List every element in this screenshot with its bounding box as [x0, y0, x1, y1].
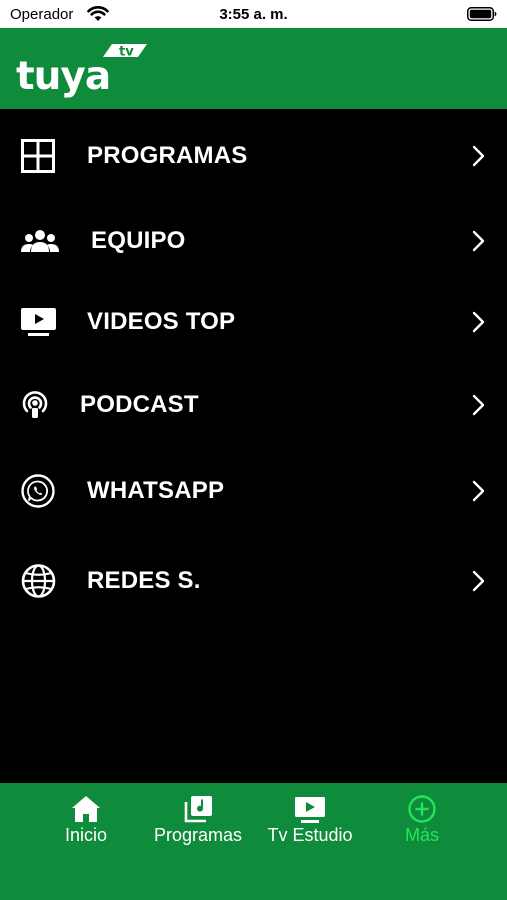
status-bar: Operador 3:55 a. m.	[0, 0, 507, 28]
plus-circle-icon	[408, 795, 436, 823]
status-time: 3:55 a. m.	[219, 6, 288, 23]
tab-label: Programas	[153, 825, 243, 845]
whatsapp-icon	[21, 474, 55, 508]
music-library-icon	[184, 796, 212, 823]
group-icon	[21, 230, 59, 252]
logo-badge-text: tv	[119, 45, 134, 60]
menu-item-redes-sociales[interactable]: REDES S.	[0, 551, 507, 611]
podcast-icon	[22, 391, 48, 418]
home-icon	[72, 796, 100, 822]
chevron-right-icon	[472, 394, 485, 416]
globe-icon	[21, 564, 56, 598]
app-header: tv tuya	[0, 28, 507, 109]
tab-label: Más	[404, 825, 439, 845]
chevron-right-icon	[472, 570, 485, 592]
chevron-right-icon	[472, 311, 485, 333]
battery-icon	[467, 7, 497, 21]
menu-item-label: PROGRAMAS	[87, 142, 248, 169]
tab-label: Inicio	[64, 825, 108, 845]
menu-item-videos-top[interactable]: VIDEOS TOP	[0, 292, 507, 352]
bottom-tab-bar: Inicio Programas Tv Estudio Más	[0, 783, 507, 900]
menu-item-label: REDES S.	[87, 567, 201, 594]
chevron-right-icon	[472, 145, 485, 167]
tv-play-icon	[21, 308, 56, 336]
tv-play-icon	[295, 797, 325, 823]
menu-item-label: EQUIPO	[91, 227, 186, 254]
tab-programas[interactable]: Programas	[148, 783, 248, 853]
menu-item-programas[interactable]: PROGRAMAS	[0, 126, 507, 186]
chevron-right-icon	[472, 480, 485, 502]
menu-item-whatsapp[interactable]: WHATSAPP	[0, 461, 507, 521]
logo-text: tuya	[16, 54, 110, 98]
menu-item-podcast[interactable]: PODCAST	[0, 375, 507, 435]
menu-item-label: VIDEOS TOP	[87, 308, 236, 335]
menu-item-label: PODCAST	[80, 391, 199, 418]
tab-tv-estudio[interactable]: Tv Estudio	[258, 783, 362, 853]
menu-item-label: WHATSAPP	[87, 477, 225, 504]
chevron-right-icon	[472, 230, 485, 252]
tab-mas[interactable]: Más	[392, 783, 452, 853]
tuya-tv-logo: tv tuya	[16, 44, 147, 98]
more-menu: PROGRAMAS EQUIPO VIDEOS TOP PODCAST WHAT…	[0, 109, 507, 783]
tab-inicio[interactable]: Inicio	[48, 783, 124, 853]
grid-icon	[21, 139, 55, 173]
menu-item-equipo[interactable]: EQUIPO	[0, 211, 507, 271]
tab-label: Tv Estudio	[267, 825, 353, 845]
